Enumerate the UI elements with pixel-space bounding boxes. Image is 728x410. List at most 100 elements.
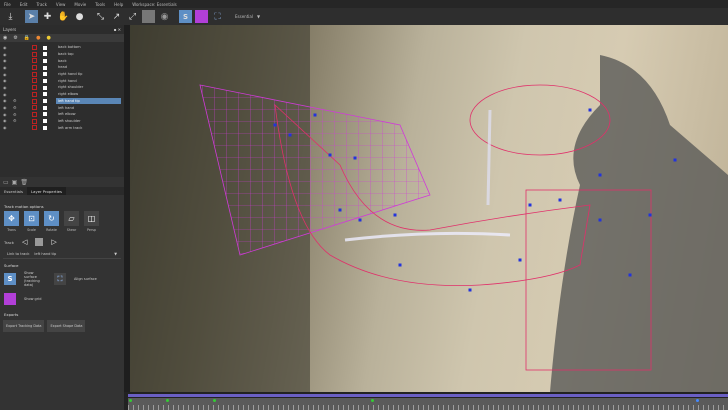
spline-control-point[interactable] [598,218,602,222]
eye-icon[interactable]: ◉ [3,72,7,77]
chevron-down-icon[interactable]: ▼ [114,252,117,256]
track-forward-icon[interactable]: ▷ [51,238,56,246]
add-point-icon[interactable]: ✚ [41,10,54,23]
layer-row[interactable]: ◉ head [0,64,124,71]
eye-icon[interactable]: ◉ [3,58,7,63]
eye-icon[interactable]: ◉ [3,45,7,50]
layer-row[interactable]: ◉ back top [0,51,124,58]
spline-control-point[interactable] [468,288,472,292]
track-option-persp[interactable]: ◫ Persp [84,211,99,232]
gear-icon[interactable]: ⚙ [13,112,17,117]
menu-tools[interactable]: Tools [95,2,105,7]
menu-file[interactable]: File [4,2,11,7]
clip-icon[interactable] [142,10,155,23]
show-surface-button[interactable]: S [4,273,16,285]
menu-help[interactable]: Help [114,2,123,7]
eye-icon[interactable]: ◉ [3,35,7,41]
eye-icon[interactable]: ◉ [3,112,7,117]
spline-control-point[interactable] [648,213,652,217]
layer-row[interactable]: ◉ left arm track [0,124,124,131]
matte-icon[interactable]: ● [46,35,50,41]
track-backward-icon[interactable]: ◁ [22,238,27,246]
tab-essentials[interactable]: Essentials [0,187,27,195]
spline-control-point[interactable] [558,198,562,202]
eye-icon[interactable]: ◉ [3,65,7,70]
move-icon[interactable]: ↗ [110,10,123,23]
surface-icon[interactable]: S [179,10,192,23]
duplicate-icon[interactable]: ▣ [12,179,18,186]
layer-color-swatch[interactable] [32,51,37,57]
matte-checkbox[interactable] [43,125,47,130]
layer-row[interactable]: ◉ back [0,57,124,64]
gear-icon[interactable]: ⚙ [13,118,17,123]
menu-movie[interactable]: Movie [74,2,86,7]
track-option-shear[interactable]: ▱ Shear [64,211,79,232]
layer-color-swatch[interactable] [32,98,37,104]
matte-checkbox[interactable] [43,78,47,83]
eye-icon[interactable]: ◉ [3,85,7,90]
align-icon[interactable]: ⛶ [211,10,224,23]
keyframe-marker[interactable] [696,399,699,402]
grid-icon[interactable] [195,10,208,23]
layer-color-swatch[interactable] [32,91,37,97]
menu-view[interactable]: View [56,2,66,7]
menu-workspace[interactable]: Workspace: Essentials [132,2,177,7]
eye-icon[interactable]: ◉ [3,125,7,130]
tab-layer-properties[interactable]: Layer Properties [27,187,66,195]
link-select[interactable]: left hand tip [34,252,109,256]
gear-icon[interactable]: ⚙ [13,105,17,110]
workspace-select[interactable]: Essential ▼ [231,12,264,21]
eye-icon[interactable]: ◉ [3,98,7,103]
matte-checkbox[interactable] [43,92,47,97]
matte-checkbox[interactable] [43,119,47,124]
layer-color-swatch[interactable] [32,65,37,71]
layer-color-swatch[interactable] [32,71,37,77]
gear-icon[interactable]: ⚙ [13,98,17,103]
spline-control-point[interactable] [588,108,592,112]
layer-row[interactable]: ◉ right hand [0,77,124,84]
keyframe-marker[interactable] [129,399,132,402]
eye-icon[interactable]: ◉ [3,78,7,83]
layer-color-swatch[interactable] [32,111,37,117]
pointer-icon[interactable]: ➤ [25,10,38,23]
keyframe-marker[interactable] [371,399,374,402]
keyframe-marker[interactable] [213,399,216,402]
layer-color-swatch[interactable] [32,125,37,131]
eye-icon[interactable]: ◉ [3,118,7,123]
layer-color-swatch[interactable] [32,58,37,64]
spline-control-point[interactable] [398,263,402,267]
layer-color-swatch[interactable] [32,118,37,124]
layer-row[interactable]: ◉ ⚙ left hand tip [0,97,124,105]
menu-track[interactable]: Track [36,2,46,7]
spline-control-point[interactable] [598,173,602,177]
show-grid-button[interactable] [4,293,16,305]
timeline-range-bar[interactable] [128,394,728,397]
lock-icon[interactable]: 🔒 [24,35,30,41]
matte-checkbox[interactable] [43,45,47,50]
spline-control-point[interactable] [518,258,522,262]
matte-checkbox[interactable] [43,112,47,117]
export-tracking-data-button[interactable]: Export Tracking Data [3,320,45,332]
matte-checkbox[interactable] [43,105,47,110]
layer-row[interactable]: ◉ right hand tip [0,71,124,78]
import-icon[interactable]: ⤓ [4,10,17,23]
track-option-trans[interactable]: ✥ Trans [4,211,19,232]
layer-row[interactable]: ◉ right elbow [0,91,124,98]
eye-icon[interactable]: ◉ [3,92,7,97]
layer-row[interactable]: ◉ ⚙ left hand [0,104,124,111]
trash-icon[interactable]: 🗑 [20,179,28,186]
spline-control-point[interactable] [338,208,342,212]
track-option-rotate[interactable]: ↻ Rotate [44,211,59,232]
matte-checkbox[interactable] [43,58,47,63]
layer-row[interactable]: ◉ right shoulder [0,84,124,91]
layer-color-swatch[interactable] [32,85,37,91]
eye-icon[interactable]: ◉ [3,52,7,57]
spline-control-point[interactable] [313,113,317,117]
eye-icon[interactable]: ◉ [3,105,7,110]
export-shape-data-button[interactable]: Export Shape Data [47,320,86,332]
track-option-scale[interactable]: ⊡ Scale [24,211,39,232]
menu-edit[interactable]: Edit [20,2,28,7]
matte-checkbox[interactable] [43,72,47,77]
spline-control-point[interactable] [328,153,332,157]
zoom-icon[interactable]: ● [73,10,86,23]
